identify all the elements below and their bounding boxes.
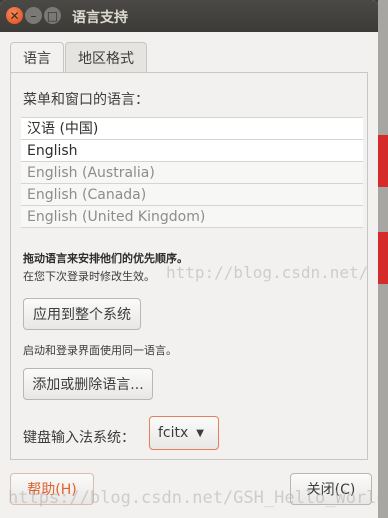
ime-system-select[interactable]: fcitx ▼ — [149, 416, 219, 450]
tab-language[interactable]: 语言 — [10, 42, 64, 73]
language-list: 汉语 (中国) English English (Australia) Engl… — [21, 117, 363, 228]
apply-system-wide-button[interactable]: 应用到整个系统 — [23, 298, 141, 330]
add-remove-languages-button[interactable]: 添加或删除语言... — [23, 368, 153, 400]
next-login-note: 在您下次登录时修改生效。 — [23, 270, 155, 283]
language-item-chinese[interactable]: 汉语 (中国) — [21, 118, 363, 140]
drag-priority-hint: 拖动语言来安排他们的优先顺序。 — [23, 252, 188, 265]
help-button[interactable]: 帮助(H) — [10, 473, 94, 505]
tab-regional-formats[interactable]: 地区格式 — [65, 42, 147, 72]
dropdown-arrow-icon: ▼ — [196, 427, 204, 439]
language-item-english-australia[interactable]: English (Australia) — [21, 162, 363, 184]
ime-selected-value: fcitx — [158, 425, 189, 441]
menu-language-label: 菜单和窗口的语言： — [23, 92, 149, 108]
language-support-window: ✕ – □ 语言支持 语言 地区格式 菜单和窗口的语言： 汉语 (中国) Eng… — [0, 0, 378, 518]
background-window-edge — [378, 0, 388, 518]
close-window-icon[interactable]: ✕ — [6, 7, 23, 24]
tab-bar: 语言 地区格式 — [10, 42, 148, 73]
background-red-block — [378, 232, 388, 284]
login-screen-note: 启动和登录界面使用同一语言。 — [23, 344, 177, 357]
language-item-english-uk[interactable]: English (United Kingdom) — [21, 206, 363, 228]
language-tab-panel: 菜单和窗口的语言： 汉语 (中国) English English (Austr… — [10, 72, 368, 460]
title-bar: ✕ – □ 语言支持 — [0, 0, 378, 32]
help-button-label: 帮助(H) — [27, 482, 77, 498]
close-button[interactable]: 关闭(C) — [290, 473, 372, 505]
window-title: 语言支持 — [72, 10, 128, 26]
maximize-window-icon[interactable]: □ — [44, 7, 61, 24]
language-item-english[interactable]: English — [21, 140, 363, 162]
minimize-window-icon[interactable]: – — [25, 7, 42, 24]
language-item-english-canada[interactable]: English (Canada) — [21, 184, 363, 206]
ime-system-label: 键盘输入法系统： — [23, 430, 135, 446]
background-red-block — [378, 135, 388, 187]
